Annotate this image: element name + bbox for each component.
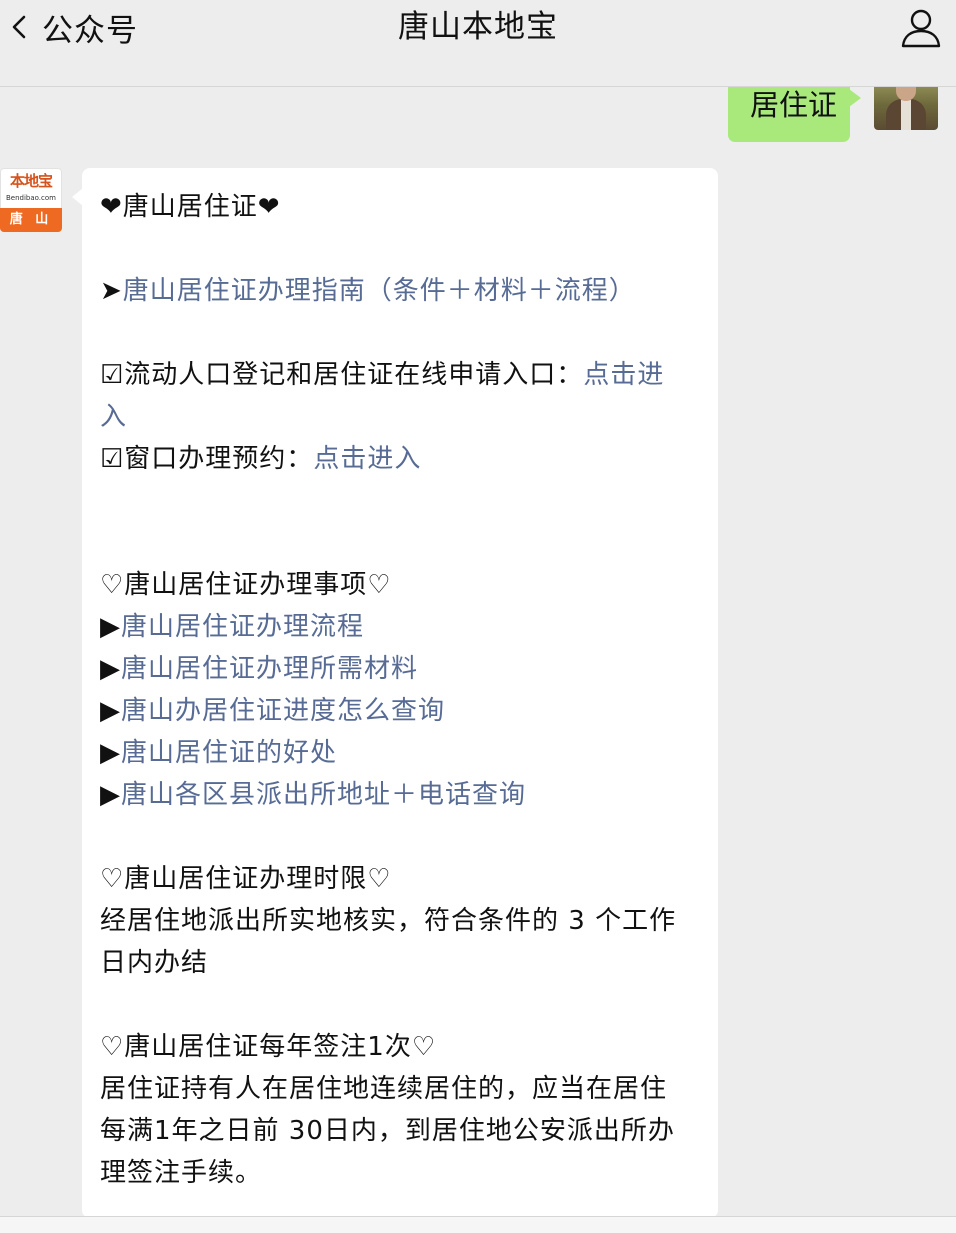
play-bullet-icon: ▶: [100, 612, 121, 642]
list-item: ▶唐山居住证的好处: [100, 732, 704, 774]
play-bullet-icon: ▶: [100, 696, 121, 726]
logo-text: 本地宝: [9, 172, 53, 190]
matter-link-process[interactable]: 唐山居住证办理流程: [121, 612, 364, 642]
annual-endorsement-text-line3: 理签注手续。: [100, 1158, 263, 1188]
official-account-avatar[interactable]: 本地宝 Bendibao.com 唐 山: [0, 168, 62, 232]
matter-link-police-stations[interactable]: 唐山各区县派出所地址＋电话查询: [121, 780, 526, 810]
online-apply-line: ☑流动人口登记和居住证在线申请入口：点击进: [100, 354, 704, 396]
time-limit-text-line1: 经居住地派出所实地核实，符合条件的 3 个工作: [100, 906, 677, 936]
list-item: ▶唐山居住证办理所需材料: [100, 648, 704, 690]
user-avatar[interactable]: [874, 87, 938, 130]
online-apply-link-continued[interactable]: 入: [100, 402, 127, 432]
window-appointment-line: ☑窗口办理预约：点击进入: [100, 438, 704, 480]
time-limit-text-line2: 日内办结: [100, 948, 209, 978]
annual-endorsement-text-line2: 每满1年之日前 30日内，到居住地公安派出所办: [100, 1116, 675, 1146]
sent-message-text: 居住证: [750, 88, 838, 122]
online-apply-link[interactable]: 点击进: [583, 360, 664, 390]
play-bullet-icon: ▶: [100, 654, 121, 684]
play-bullet-icon: ▶: [100, 738, 121, 768]
sent-message-bubble[interactable]: 居住证: [728, 87, 861, 142]
matters-heading: ♡唐山居住证办理事项♡: [100, 570, 392, 600]
list-item: ▶唐山居住证办理流程: [100, 606, 704, 648]
arrow-icon: ➤: [100, 276, 123, 306]
reply-message-bubble: ❤唐山居住证❤ ➤唐山居住证办理指南（条件＋材料＋流程） ☑流动人口登记和居住证…: [72, 168, 718, 1218]
reply-content: ❤唐山居住证❤ ➤唐山居住证办理指南（条件＋材料＋流程） ☑流动人口登记和居住证…: [100, 186, 704, 1194]
guide-line: ➤唐山居住证办理指南（条件＋材料＋流程）: [100, 270, 704, 312]
play-bullet-icon: ▶: [100, 780, 121, 810]
profile-button[interactable]: [900, 6, 942, 48]
page-title: 唐山本地宝: [398, 9, 558, 45]
navigation-bar: 公众号 唐山本地宝: [0, 0, 956, 87]
input-toolbar: [0, 1216, 956, 1233]
list-item: ▶唐山办居住证进度怎么查询: [100, 690, 704, 732]
window-appointment-link[interactable]: 点击进入: [313, 444, 421, 474]
annual-endorsement-heading: ♡唐山居住证每年签注1次♡: [100, 1032, 437, 1062]
online-apply-label: ☑流动人口登记和居住证在线申请入口：: [100, 360, 584, 390]
reply-heading: ❤唐山居住证❤: [100, 192, 281, 222]
logo-subtext: Bendibao.com: [5, 194, 56, 202]
list-item: ▶唐山各区县派出所地址＋电话查询: [100, 774, 704, 816]
logo-city: 唐 山: [0, 208, 62, 232]
matter-link-progress[interactable]: 唐山办居住证进度怎么查询: [121, 696, 445, 726]
matter-link-materials[interactable]: 唐山居住证办理所需材料: [121, 654, 418, 684]
annual-endorsement-text-line1: 居住证持有人在居住地连续居住的，应当在居住: [100, 1074, 668, 1104]
time-limit-heading: ♡唐山居住证办理时限♡: [100, 864, 392, 894]
guide-link[interactable]: 唐山居住证办理指南（条件＋材料＋流程）: [123, 276, 636, 306]
matter-link-benefits[interactable]: 唐山居住证的好处: [121, 738, 337, 768]
window-appointment-label: ☑窗口办理预约：: [100, 444, 314, 474]
person-icon: [901, 9, 941, 48]
